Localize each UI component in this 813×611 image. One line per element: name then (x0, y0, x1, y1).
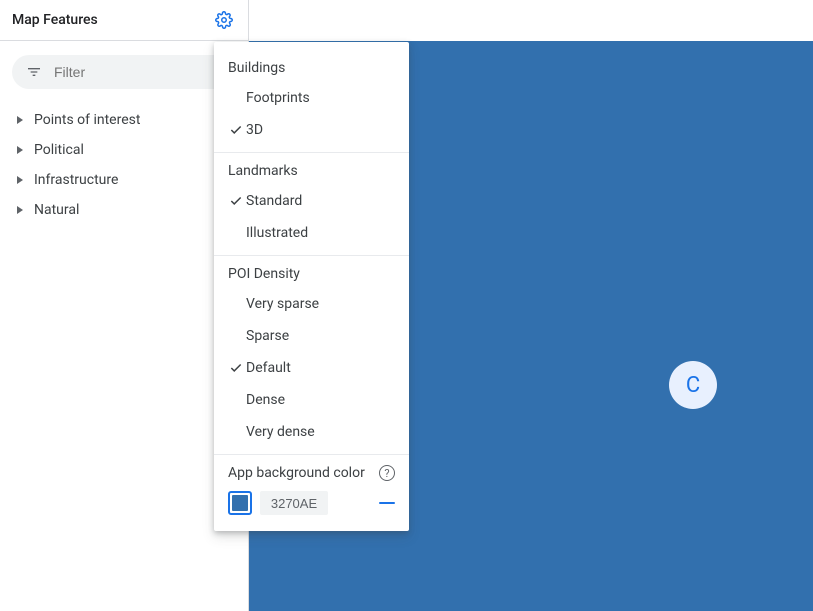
option[interactable]: Very dense (214, 416, 409, 448)
option-label: Dense (246, 392, 285, 408)
caret-right-icon (14, 116, 26, 124)
sidebar: Map Features Points of interest Political… (0, 0, 249, 611)
help-icon[interactable]: ? (379, 465, 395, 481)
option-label: 3D (246, 122, 263, 138)
popup-section: POI Density Very sparse Sparse Default Dense… (214, 255, 409, 454)
tree-item[interactable]: Political (8, 135, 240, 165)
tree-item[interactable]: Natural (8, 195, 240, 225)
check-icon (228, 122, 244, 138)
option[interactable]: Dense (214, 384, 409, 416)
sidebar-header: Map Features (0, 0, 248, 41)
option-label: Illustrated (246, 225, 308, 241)
popup-section: Landmarks Standard Illustrated (214, 152, 409, 255)
caret-right-icon (14, 176, 26, 184)
option-label: Footprints (246, 90, 310, 106)
option-label: Sparse (246, 328, 289, 344)
caret-right-icon (14, 146, 26, 154)
tree-item[interactable]: Infrastructure (8, 165, 240, 195)
option[interactable]: 3D (214, 114, 409, 146)
option[interactable]: Standard (214, 185, 409, 217)
settings-popup: Buildings Footprints 3D Landmarks Standard Il… (214, 42, 409, 531)
filter-icon (26, 64, 42, 80)
bgcolor-section: App background color ? (214, 454, 409, 515)
section-title: Buildings (214, 56, 409, 82)
filter-input[interactable] (54, 64, 235, 80)
check-icon (228, 193, 244, 209)
option[interactable]: Sparse (214, 320, 409, 352)
tree-item-label: Infrastructure (34, 172, 118, 188)
tree-item[interactable]: Points of interest (8, 105, 240, 135)
feature-tree: Points of interest Political Infrastructur… (0, 93, 248, 237)
option[interactable]: Default (214, 352, 409, 384)
sidebar-title: Map Features (12, 12, 98, 28)
option-label: Default (246, 360, 291, 376)
option[interactable]: Footprints (214, 82, 409, 114)
filter-input-wrap[interactable] (12, 55, 236, 89)
tree-item-label: Political (34, 142, 84, 158)
section-title: Landmarks (214, 159, 409, 185)
tree-item-label: Points of interest (34, 112, 140, 128)
bgcolor-title: App background color (228, 465, 365, 481)
reset-button[interactable] (379, 502, 395, 504)
color-swatch[interactable] (228, 491, 252, 515)
option-label: Very sparse (246, 296, 319, 312)
option[interactable]: Very sparse (214, 288, 409, 320)
option-label: Standard (246, 193, 302, 209)
caret-right-icon (14, 206, 26, 214)
avatar-marker: C (669, 361, 717, 409)
option-label: Very dense (246, 424, 315, 440)
gear-icon (215, 11, 233, 29)
section-title: POI Density (214, 262, 409, 288)
avatar-letter: C (686, 373, 700, 398)
settings-button[interactable] (212, 8, 236, 32)
option[interactable]: Illustrated (214, 217, 409, 249)
hex-input[interactable] (260, 491, 328, 515)
tree-item-label: Natural (34, 202, 79, 218)
popup-section: Buildings Footprints 3D (214, 50, 409, 152)
check-icon (228, 360, 244, 376)
